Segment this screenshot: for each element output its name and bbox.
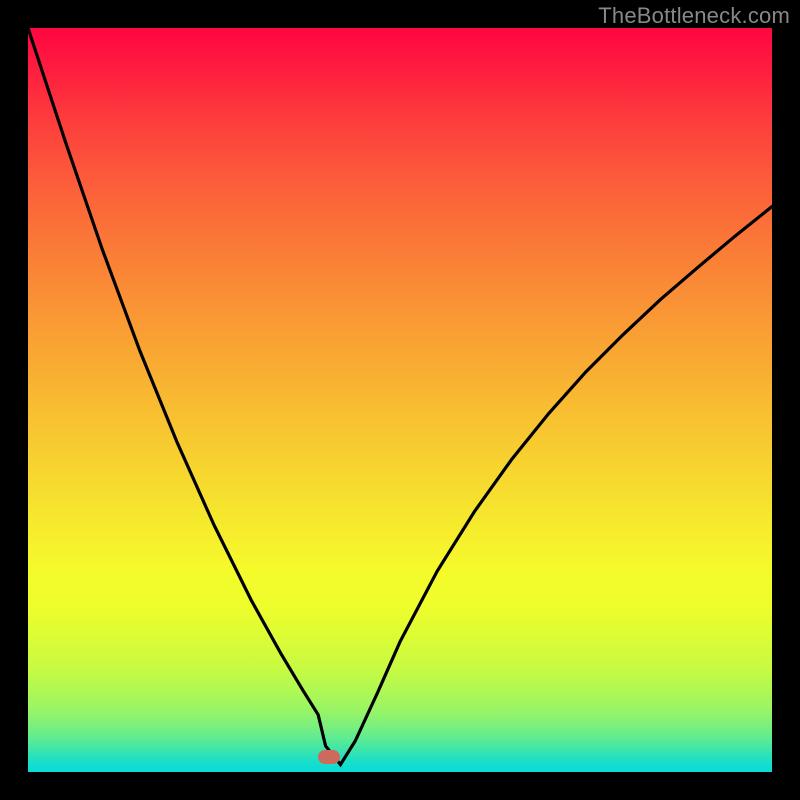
plot-area [28, 28, 772, 772]
bottleneck-marker [318, 750, 340, 764]
watermark-text: TheBottleneck.com [598, 3, 790, 29]
bottleneck-curve [28, 28, 772, 772]
outer-frame: TheBottleneck.com [0, 0, 800, 800]
